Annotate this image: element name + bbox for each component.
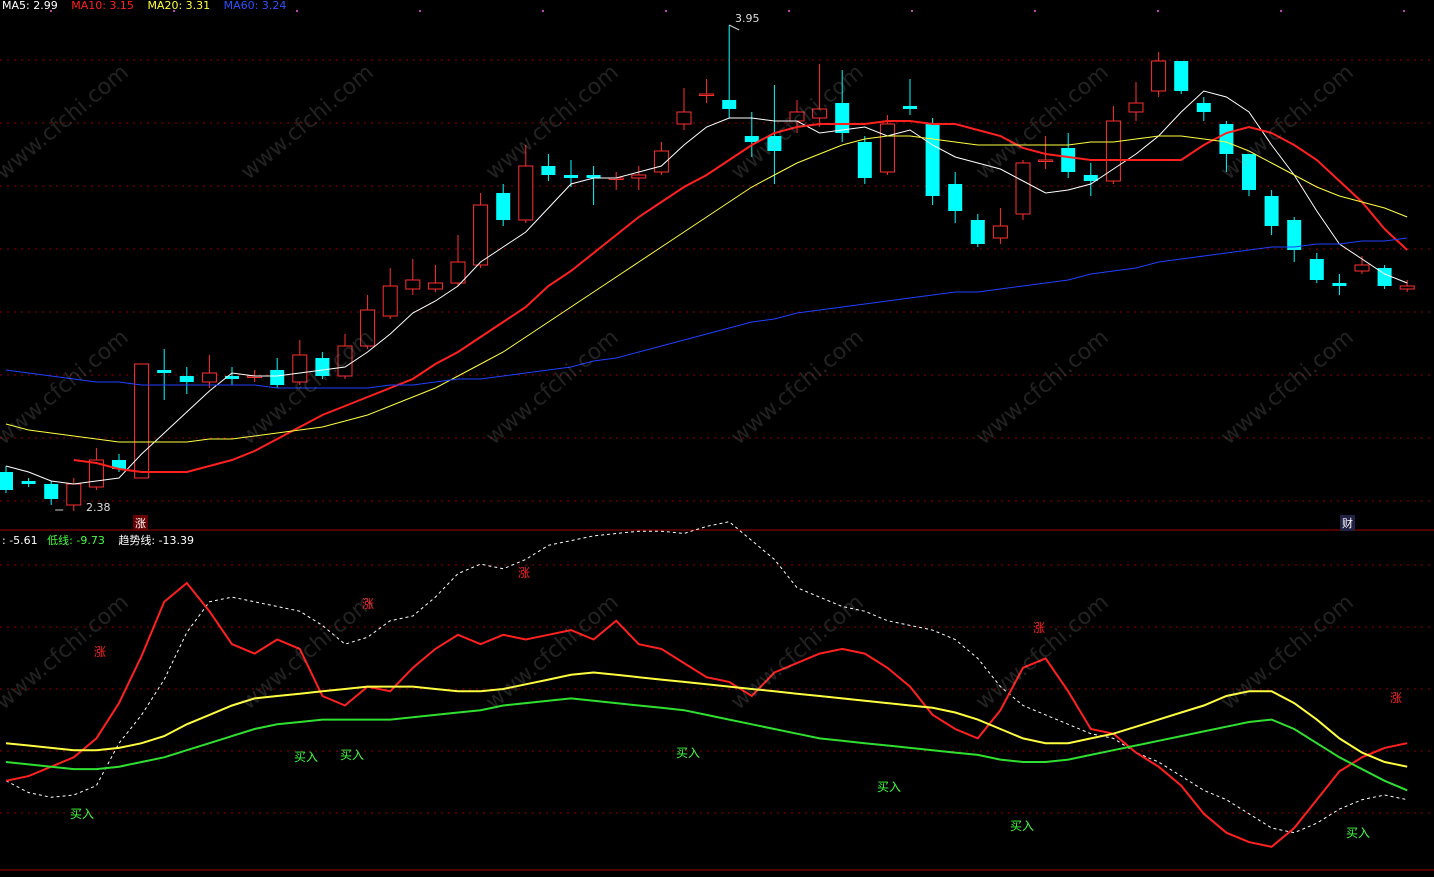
candle-down xyxy=(903,106,917,109)
candle-down xyxy=(496,193,511,220)
candle-down xyxy=(1287,220,1302,250)
buy-signal: 买入 xyxy=(70,807,95,821)
candle-down xyxy=(948,184,963,211)
candle-up xyxy=(66,483,82,506)
candle-up xyxy=(360,309,376,347)
candle-up xyxy=(473,204,489,266)
candle-up xyxy=(382,285,398,317)
kline-chart xyxy=(0,10,1434,871)
top-dot xyxy=(542,10,544,12)
candle-down xyxy=(767,136,782,151)
candle-up xyxy=(699,93,715,96)
top-dot xyxy=(1403,10,1405,12)
candle-up xyxy=(789,111,805,122)
candle-down xyxy=(270,370,285,385)
indicator-line-2 xyxy=(5,671,1408,768)
candle-down xyxy=(541,166,556,175)
candle-down xyxy=(1332,283,1347,286)
candle-up xyxy=(518,165,534,221)
ma5-legend: MA5: 2.99 xyxy=(2,0,58,12)
chart-stage xyxy=(0,0,1434,873)
top-dot xyxy=(1157,10,1159,12)
top-dot xyxy=(788,10,790,12)
candle-up xyxy=(1151,60,1167,92)
candle-down xyxy=(315,358,330,376)
candle-up xyxy=(134,363,150,479)
ma60-legend: MA60: 3.24 xyxy=(223,0,287,12)
top-dot xyxy=(1034,10,1036,12)
candle-down xyxy=(835,103,850,133)
candle-down xyxy=(157,370,172,373)
candle-down xyxy=(1196,103,1211,112)
up-signal: 涨 xyxy=(1033,621,1046,635)
up-signal: 涨 xyxy=(1390,691,1403,705)
candle-down xyxy=(44,484,59,499)
candle-down xyxy=(744,136,759,142)
buy-signal: 买入 xyxy=(676,746,701,760)
buy-signal: 买入 xyxy=(1010,819,1035,833)
ma-line-ma10 xyxy=(73,120,1408,473)
candle-up xyxy=(405,279,421,290)
candle-down xyxy=(179,376,194,382)
candle-up xyxy=(1354,264,1370,272)
low-line-legend: 低线: -9.73 xyxy=(47,534,105,547)
candle-down xyxy=(0,472,13,490)
candle-down xyxy=(1219,124,1234,154)
candle-down xyxy=(970,220,985,244)
top-dot xyxy=(1280,10,1282,12)
ma20-legend: MA20: 3.31 xyxy=(147,0,211,12)
candle-down xyxy=(21,481,36,484)
candle-up xyxy=(631,174,647,179)
top-dot xyxy=(665,10,667,12)
candle-down xyxy=(1174,61,1189,91)
top-dot xyxy=(419,10,421,12)
candle-up xyxy=(450,261,466,284)
candle-down xyxy=(722,100,737,109)
buy-signal: 买入 xyxy=(1346,826,1371,840)
buy-signal: 买入 xyxy=(340,748,365,762)
candle-up xyxy=(337,345,353,377)
trend-line-legend: 趋势线: -13.39 xyxy=(118,534,195,547)
candle-down xyxy=(1264,196,1279,226)
low-price-label: 2.38 xyxy=(86,501,111,514)
candle-down xyxy=(857,142,872,178)
ma-line-ma60 xyxy=(5,237,1408,389)
indicator-first-legend: : -5.61 xyxy=(2,534,38,547)
candle-up xyxy=(292,354,308,383)
ma10-legend: MA10: 3.15 xyxy=(71,0,134,12)
candle-down xyxy=(1083,175,1098,181)
candle-down xyxy=(1061,148,1076,172)
up-signal: 涨 xyxy=(362,597,375,611)
buy-signal: 买入 xyxy=(877,780,902,794)
high-marker xyxy=(728,24,740,31)
indicator-legend: : -5.61 低线: -9.73 趋势线: -13.39 xyxy=(2,532,204,548)
candle-down xyxy=(925,124,940,196)
candle-up xyxy=(676,111,692,125)
buy-signal: 买入 xyxy=(294,750,319,764)
candle-up xyxy=(1399,285,1415,290)
candle-down xyxy=(1309,259,1324,280)
candle-up xyxy=(1015,162,1031,215)
candle-down xyxy=(1242,154,1256,190)
candle-up xyxy=(427,282,443,290)
candle-up xyxy=(812,108,828,119)
candle-up xyxy=(201,372,217,383)
top-dot xyxy=(911,10,913,12)
main-legend: MA5: 2.99 MA10: 3.15 MA20: 3.31 MA60: 3.… xyxy=(2,0,296,11)
up-signal: 涨 xyxy=(518,566,531,580)
axis-cai-marker: 财 xyxy=(1340,515,1355,531)
ma-line-ma20 xyxy=(5,135,1408,443)
candle-up xyxy=(879,123,895,173)
axis-zhang-marker: 涨 xyxy=(133,515,148,531)
candle-up xyxy=(992,225,1008,239)
candle-up xyxy=(1038,159,1054,162)
high-price-label: 3.95 xyxy=(735,12,760,25)
up-signal: 涨 xyxy=(94,645,107,659)
candle-up xyxy=(1128,102,1144,113)
candle-down xyxy=(564,175,578,178)
